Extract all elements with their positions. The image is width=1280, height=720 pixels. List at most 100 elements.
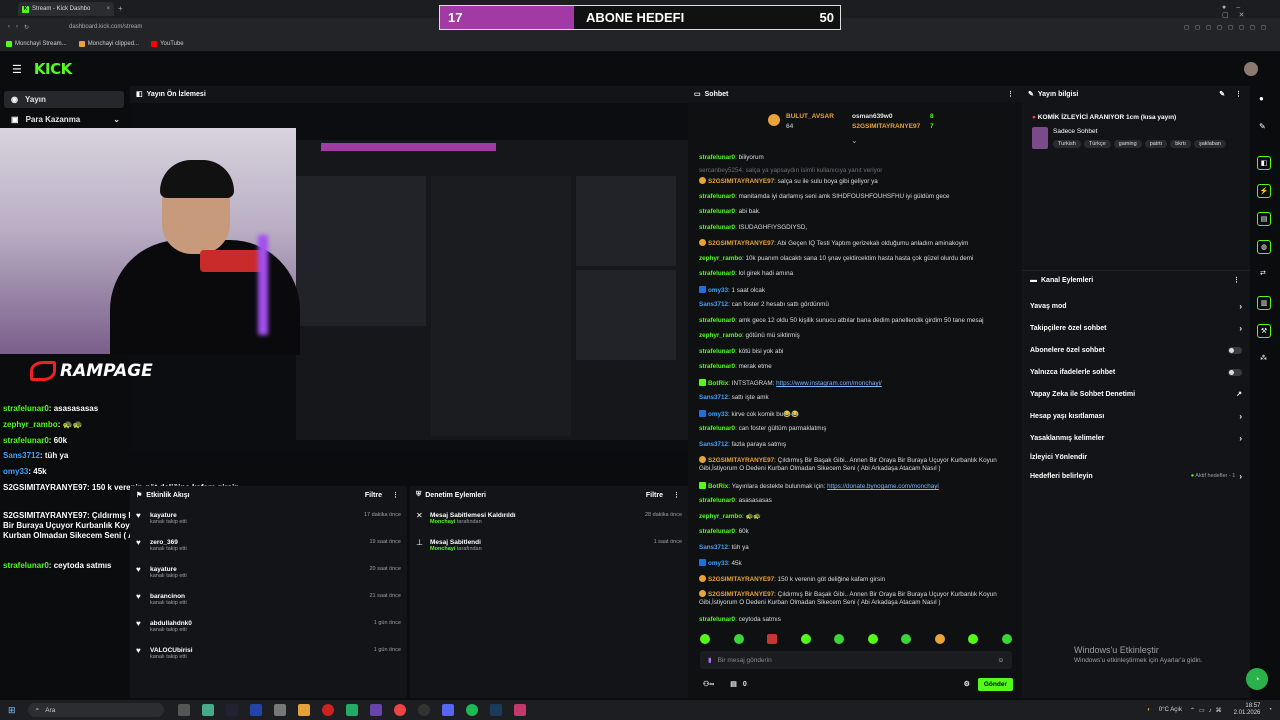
steam-icon[interactable] [489,704,502,716]
chat-user[interactable]: BotRix [708,483,728,490]
tag[interactable]: bkrtı [1170,140,1191,148]
bookmark-item[interactable]: YouTube [151,40,184,47]
app-icon[interactable] [513,704,526,716]
emote-icon[interactable] [700,634,710,644]
reload-icon[interactable]: ↻ [24,24,29,31]
chat-user[interactable]: strafelunar0 [699,363,735,370]
settings-icon[interactable]: ⚙ [964,680,970,688]
follower-name[interactable]: zero_369 [150,539,187,546]
gifter-name[interactable]: S2GSIMITAYRANYE97 [852,123,920,130]
tag[interactable]: Turkish [1053,140,1081,148]
discord-icon[interactable] [441,704,454,716]
chat-user[interactable]: strafelunar0 [699,270,735,277]
more-icon[interactable]: ⋮ [673,491,680,499]
chat-user[interactable]: S2GSIMITAYRANYE97 [708,178,774,185]
chrome-icon[interactable] [393,704,406,716]
users-icon[interactable]: ⚇∞ [703,680,714,688]
premiere-icon[interactable] [369,704,382,716]
chat-user[interactable]: Sans3712 [699,394,728,401]
window-controls[interactable]: ●–▢✕ [1222,4,1280,19]
emote-icon[interactable] [767,634,778,644]
obs-icon[interactable] [417,704,430,716]
action-banned-words[interactable]: Yasaklanmış kelimeler › [1030,431,1242,445]
taskbar-search[interactable]: ⌕ Ara [27,703,164,717]
rail-tools-icon[interactable]: ⚒ [1257,324,1271,338]
emote-icon[interactable] [733,634,744,644]
rail-expand-icon[interactable]: ⇄ [1260,269,1266,277]
gift-icon[interactable]: ▤ [730,680,737,688]
menu-icon[interactable]: ☰ [12,63,22,76]
tag[interactable]: şaklaban [1193,140,1226,148]
emote-icon[interactable] [1001,634,1012,644]
chat-user[interactable]: zephyr_rambo [699,332,742,339]
chat-user[interactable]: Sans3712 [699,301,728,308]
emote-icon[interactable] [834,634,845,644]
send-button[interactable]: Gönder [977,677,1013,691]
action-followers-only[interactable]: Takipçilere özel sohbet › [1030,321,1242,335]
app-icon[interactable] [201,704,214,716]
toggle-switch[interactable] [1228,368,1242,376]
back-icon[interactable]: ‹ [8,24,10,30]
follower-name[interactable]: kayature [150,512,187,519]
chat-user[interactable]: sercanbey5254 [699,167,742,174]
chat-user[interactable]: BotRix [708,380,728,387]
more-icon[interactable]: ⋮ [392,491,399,499]
file-explorer-icon[interactable] [297,704,310,716]
photoshop-icon[interactable] [249,704,262,716]
chat-user[interactable]: omy33 [708,560,728,567]
chat-user[interactable]: strafelunar0 [699,616,735,623]
tray-icons[interactable]: ⌃▭♪⌘ [1190,707,1226,714]
emote-icon[interactable] [968,634,979,644]
new-tab-icon[interactable]: + [118,4,123,13]
category-name[interactable]: Sadece Sohbet [1053,128,1097,135]
chat-user[interactable]: strafelunar0 [699,497,735,504]
chat-user[interactable]: Sans3712 [699,544,728,551]
filter-button[interactable]: Filtre [365,492,382,499]
chat-user[interactable]: S2GSIMITAYRANYE97 [708,591,774,598]
gifter-name[interactable]: osman639w0 [852,113,892,120]
edit-icon[interactable]: ✎ [1219,90,1225,98]
action-ai-moderation[interactable]: Yapay Zeka ile Sohbet Denetimi ↗ [1030,387,1242,401]
app-icon[interactable] [345,704,358,716]
rail-preview-icon[interactable]: ◧ [1257,156,1271,170]
spotify-icon[interactable] [465,704,478,716]
clock[interactable]: 18:57 2.01.2026 [1234,703,1261,717]
chat-user[interactable]: omy33 [708,287,728,294]
browser-tab[interactable]: K Stream - Kick Dashbo × [18,2,114,16]
support-chat-icon[interactable]: ◔ [1246,668,1268,690]
chat-user[interactable]: zephyr_rambo [699,255,742,262]
rail-layout-icon[interactable]: ▥ [1257,296,1271,310]
kick-logo[interactable]: KICK [34,60,72,78]
opera-icon[interactable] [321,704,334,716]
chat-input-box[interactable]: ▮ Bir mesaj gönderin ☺ [700,651,1012,669]
task-view-icon[interactable] [177,704,190,716]
nav-item-monetize[interactable]: ▣ Para Kazanma ⌄ [4,111,124,128]
notification-icon[interactable]: ◔ [1268,707,1272,713]
chat-user[interactable]: S2GSIMITAYRANYE97 [708,457,774,464]
chat-user[interactable]: strafelunar0 [699,528,735,535]
chat-user[interactable]: strafelunar0 [699,193,735,200]
filter-button[interactable]: Filtre [646,492,663,499]
emote-icon[interactable] [901,634,912,644]
moderator-name[interactable]: Monchayi [430,546,455,552]
emote-icon[interactable] [934,634,945,644]
tag[interactable]: Türkçe [1083,140,1111,148]
more-icon[interactable]: ⋮ [1235,90,1242,98]
moderator-name[interactable]: Monchayi [430,519,455,525]
rail-actions-icon[interactable]: ⚡ [1257,184,1271,198]
follower-name[interactable]: VALOCUbirisi [150,647,193,654]
forward-icon[interactable]: › [16,24,18,30]
chat-user[interactable]: Sans3712 [699,441,728,448]
chat-user[interactable]: strafelunar0 [699,224,735,231]
app-icon[interactable] [225,704,238,716]
chat-user[interactable]: strafelunar0 [699,208,735,215]
app-icon[interactable] [273,704,286,716]
info-icon[interactable]: ● [1259,94,1264,103]
action-slow-mode[interactable]: Yavaş mod › [1030,299,1242,313]
emote-icon[interactable] [867,634,878,644]
chat-input[interactable]: Bir mesaj gönderin [718,657,772,664]
more-icon[interactable]: ⋮ [1233,276,1240,284]
follower-name[interactable]: kayature [150,566,187,573]
rail-connections-icon[interactable]: ⁂ [1260,354,1267,362]
avatar[interactable] [1244,62,1258,76]
